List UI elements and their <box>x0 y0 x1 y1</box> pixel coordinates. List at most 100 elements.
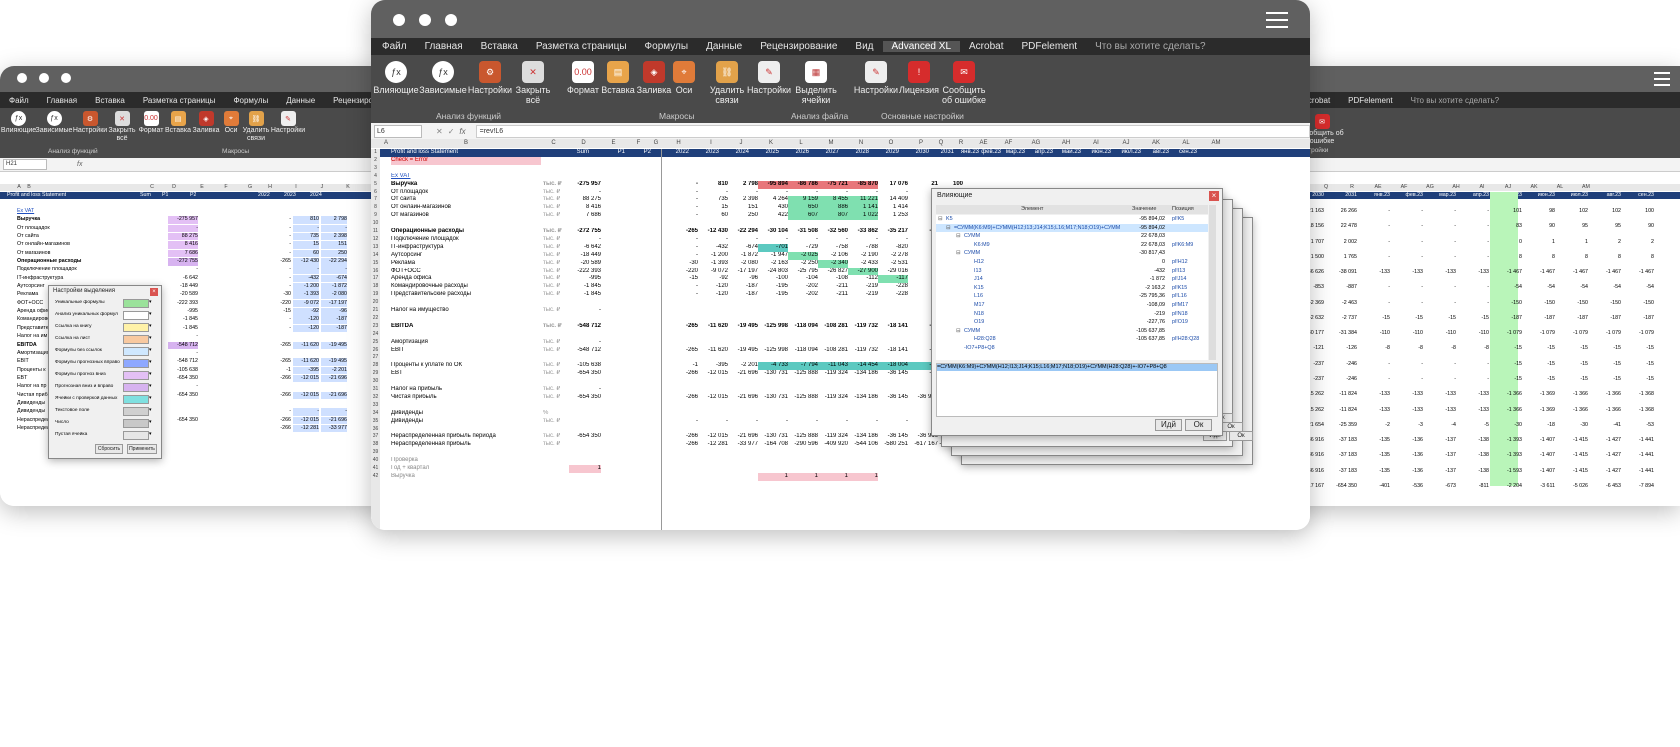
ribbon-button-7[interactable]: ⌖ Оси <box>221 108 241 135</box>
value-cell[interactable]: -1 393 <box>698 260 728 268</box>
value-cell[interactable]: -119 732 <box>848 323 878 331</box>
value-cell[interactable]: -15 <box>1527 376 1555 383</box>
ribbon-button-7[interactable]: ⌖ Оси <box>673 57 695 105</box>
value-cell[interactable]: -2 463 <box>1329 300 1357 307</box>
value-cell[interactable]: -15 <box>1527 361 1555 368</box>
unit-cell[interactable]: тыс. ₽ <box>543 236 565 244</box>
apply-button[interactable]: Применить <box>127 444 157 454</box>
value-cell[interactable]: - <box>1428 208 1456 215</box>
sum-cell[interactable]: -548 712 <box>168 341 198 349</box>
value-cell[interactable]: -38 091 <box>1329 269 1357 276</box>
value-cell[interactable]: -265 <box>668 347 698 355</box>
value-cell[interactable]: -150 <box>1494 300 1522 307</box>
menu-front-5[interactable]: Данные <box>697 41 751 52</box>
tree-toggle-icon[interactable]: ⊟ <box>956 249 961 258</box>
value-cell[interactable]: 98 <box>1527 208 1555 215</box>
value-cell[interactable]: -136 <box>1395 437 1423 444</box>
sum-cell[interactable]: 7 686 <box>168 249 198 258</box>
value-cell[interactable]: - <box>668 196 698 204</box>
value-cell[interactable]: -1 467 <box>1560 269 1588 276</box>
tree-node[interactable]: ⊟ СУММ 22 678,03 <box>936 232 1208 241</box>
value-cell[interactable]: 2 798 <box>728 181 758 189</box>
value-cell[interactable]: -673 <box>1428 483 1456 490</box>
row-label[interactable]: EBIT <box>391 347 539 355</box>
value-cell[interactable]: - <box>1395 223 1423 230</box>
menu-hamburger-icon[interactable] <box>1654 72 1670 86</box>
value-cell[interactable]: 886 <box>818 204 848 213</box>
value-cell[interactable]: -202 <box>788 291 818 299</box>
value-cell[interactable]: -112 <box>848 275 878 283</box>
sum-cell[interactable]: -275 957 <box>168 216 198 224</box>
menu-front-6[interactable]: Рецензирование <box>751 41 846 52</box>
sum-cell[interactable]: 88 275 <box>168 233 198 241</box>
value-cell[interactable]: -2 250 <box>788 260 818 268</box>
value-cell[interactable]: -18 004 <box>878 362 908 371</box>
value-cell[interactable]: 650 <box>788 204 818 213</box>
value-cell[interactable]: - <box>758 189 788 197</box>
value-cell[interactable]: - <box>321 408 347 416</box>
value-cell[interactable]: 8 <box>1593 254 1621 261</box>
row-label[interactable]: Аренда офиса <box>391 275 539 283</box>
value-cell[interactable]: -1 368 <box>1626 407 1654 414</box>
value-cell[interactable]: -126 <box>1329 345 1357 352</box>
value-cell[interactable]: -75 721 <box>818 180 848 189</box>
row-label[interactable]: Аутсорсинг <box>391 252 539 260</box>
chevron-down-icon[interactable]: ▾ <box>149 431 152 437</box>
tree-node[interactable]: M17 -108,09 pl!M17 <box>936 301 1208 310</box>
value-cell[interactable]: -674 <box>321 274 347 283</box>
value-cell[interactable]: -95 894 <box>758 180 788 189</box>
value-cell[interactable]: -118 094 <box>788 347 818 355</box>
value-cell[interactable]: - <box>788 236 818 244</box>
value-cell[interactable]: -31 508 <box>788 228 818 236</box>
value-cell[interactable]: - <box>293 224 319 233</box>
row-label[interactable]: От магазинов <box>391 212 539 220</box>
value-cell[interactable]: - <box>1362 361 1390 368</box>
value-cell[interactable]: - <box>788 418 818 426</box>
value-cell[interactable]: -21 696 <box>728 370 758 378</box>
value-cell[interactable]: -110 <box>1428 330 1456 337</box>
value-cell[interactable]: -1 079 <box>1494 330 1522 337</box>
value-cell[interactable]: -2 <box>1362 422 1390 429</box>
sum-cell[interactable]: - <box>168 224 198 233</box>
value-cell[interactable]: -12 015 <box>698 394 728 402</box>
value-cell[interactable]: -15 <box>1626 376 1654 383</box>
value-cell[interactable]: -1 947 <box>758 252 788 260</box>
row-label[interactable]: От онлайн-магазинов <box>17 241 137 248</box>
value-cell[interactable]: 151 <box>728 204 758 212</box>
value-cell[interactable]: -133 <box>1461 269 1489 276</box>
unit-cell[interactable]: тыс. ₽ <box>543 181 565 189</box>
unit-cell[interactable]: тыс. ₽ <box>543 244 565 252</box>
sum-cell[interactable]: -1 845 <box>168 316 198 323</box>
tree-node[interactable]: J14 -1 872 pl!J14 <box>936 275 1208 284</box>
value-cell[interactable]: -15 <box>1626 361 1654 368</box>
ribbon-button-0[interactable]: ƒx Влияющие <box>373 57 419 105</box>
value-cell[interactable]: -86 786 <box>788 180 818 189</box>
value-cell[interactable]: 11 221 <box>848 196 878 205</box>
value-cell[interactable]: -15 <box>1593 376 1621 383</box>
value-cell[interactable]: - <box>818 418 848 426</box>
value-cell[interactable]: 17 076 <box>878 181 908 189</box>
value-cell[interactable]: - <box>293 408 319 416</box>
value-cell[interactable]: -1 593 <box>1494 468 1522 475</box>
menu-left-0[interactable]: Файл <box>0 96 38 105</box>
value-cell[interactable]: -136 <box>1395 468 1423 475</box>
row-label[interactable]: ФОТ+ОСС <box>391 268 539 276</box>
value-cell[interactable]: -30 <box>1494 422 1522 429</box>
value-cell[interactable]: - <box>1362 284 1390 291</box>
value-cell[interactable]: - <box>728 236 758 244</box>
value-cell[interactable]: 60 <box>698 212 728 220</box>
row-label[interactable]: От магазинов <box>17 250 137 257</box>
value-cell[interactable]: -395 <box>293 366 319 374</box>
value-cell[interactable]: - <box>293 266 319 274</box>
value-cell[interactable]: -138 <box>1461 452 1489 459</box>
row-label[interactable]: IT-инфраструктура <box>391 244 539 252</box>
value-cell[interactable]: - <box>1428 239 1456 246</box>
sum-cell[interactable]: -18 449 <box>168 283 198 290</box>
value-cell[interactable]: 22 478 <box>1329 223 1357 230</box>
sum-cell[interactable]: -20 589 <box>569 260 601 268</box>
value-cell[interactable]: -15 <box>1494 376 1522 383</box>
value-cell[interactable]: -187 <box>1494 315 1522 322</box>
value-cell[interactable]: -246 <box>1329 376 1357 383</box>
value-cell[interactable]: - <box>668 244 698 252</box>
column-header[interactable]: AF <box>1392 184 1416 191</box>
